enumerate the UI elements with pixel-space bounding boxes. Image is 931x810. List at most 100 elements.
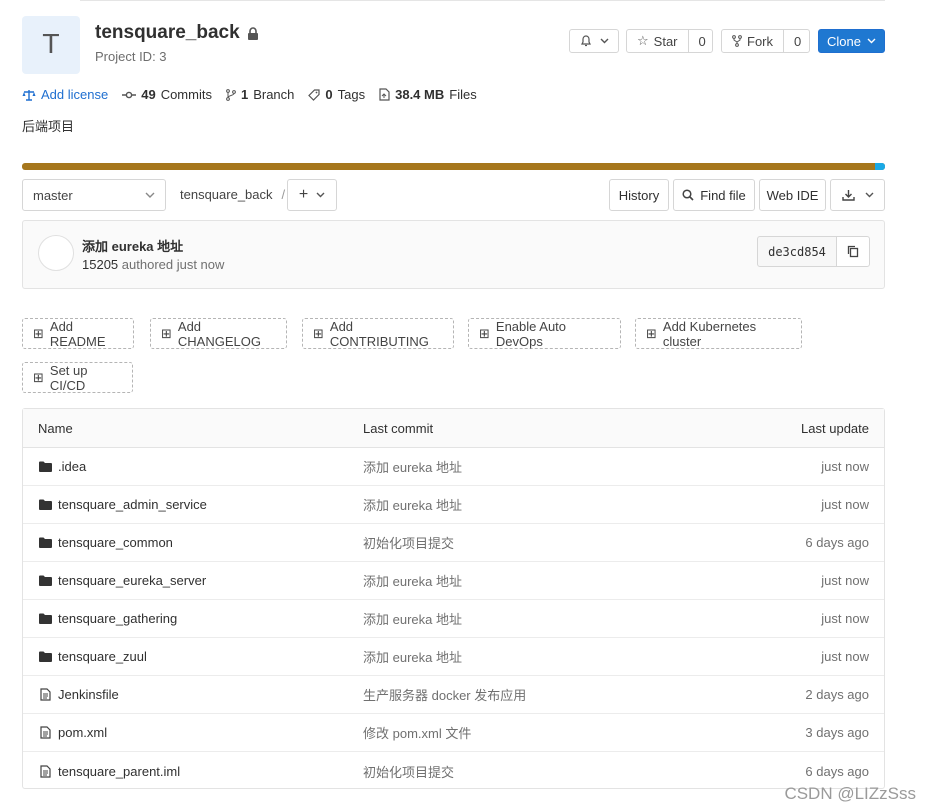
commit-message-link[interactable]: 添加 eureka 地址 [363, 600, 462, 637]
breadcrumb-root[interactable]: tensquare_back [180, 187, 273, 202]
commits-link[interactable]: 49 Commits [122, 87, 212, 102]
chevron-down-icon [145, 192, 155, 198]
file-icon [38, 688, 52, 701]
notification-dropdown[interactable] [569, 29, 619, 53]
file-name-link[interactable]: tensquare_parent.iml [58, 764, 180, 779]
folder-icon [38, 613, 52, 624]
file-name-link[interactable]: Jenkinsfile [58, 687, 119, 702]
commit-message-link[interactable]: 添加 eureka 地址 [363, 638, 462, 675]
file-name-link[interactable]: tensquare_gathering [58, 611, 177, 626]
table-row[interactable]: tensquare_common 初始化项目提交 6 days ago [23, 524, 884, 562]
file-name-link[interactable]: tensquare_zuul [58, 649, 147, 664]
file-name-cell: tensquare_gathering [38, 600, 177, 637]
star-icon: ☆ [637, 33, 649, 48]
commit-title[interactable]: 添加 eureka 地址 [82, 236, 183, 255]
bell-icon [580, 35, 591, 47]
branches-link[interactable]: 1 Branch [226, 87, 294, 102]
file-name-link[interactable]: .idea [58, 459, 86, 474]
file-name-link[interactable]: tensquare_admin_service [58, 497, 207, 512]
language-bar-secondary[interactable] [875, 163, 885, 170]
folder-icon [38, 575, 52, 586]
plus-square-icon: ⊞ [313, 325, 324, 341]
table-row[interactable]: tensquare_gathering 添加 eureka 地址 just now [23, 600, 884, 638]
history-label: History [618, 187, 660, 203]
last-update-time: just now [821, 649, 869, 664]
table-row[interactable]: tensquare_parent.iml 初始化项目提交 6 days ago [23, 752, 884, 790]
table-row[interactable]: .idea 添加 eureka 地址 just now [23, 448, 884, 486]
commit-author[interactable]: 15205 [82, 257, 118, 272]
header-name: Name [38, 420, 73, 436]
author-avatar[interactable] [38, 235, 74, 271]
last-update-time: just now [821, 459, 869, 474]
web-ide-button[interactable]: Web IDE [759, 179, 826, 211]
file-name-link[interactable]: pom.xml [58, 725, 107, 740]
commit-message-link[interactable]: 初始化项目提交 [363, 524, 454, 561]
folder-icon [38, 537, 52, 548]
files-label: Files [449, 87, 477, 102]
add-readme-button[interactable]: ⊞ Add README [22, 318, 134, 349]
download-dropdown[interactable] [830, 179, 885, 211]
commits-count: 49 [141, 87, 156, 102]
chevron-down-icon [865, 192, 873, 198]
clone-button[interactable]: Clone [818, 29, 885, 53]
file-icon [38, 764, 52, 778]
add-kubernetes-cluster-button[interactable]: ⊞ Add Kubernetes cluster [635, 318, 802, 349]
commit-message-link[interactable]: 修改 pom.xml 文件 [363, 714, 471, 751]
repository-language-bar[interactable] [22, 163, 885, 170]
tags-label: Tags [337, 87, 366, 102]
download-icon [841, 190, 855, 201]
add-license-label: Add license [41, 87, 109, 102]
project-avatar: T [22, 16, 80, 74]
file-name-link[interactable]: tensquare_eureka_server [58, 573, 206, 588]
table-row[interactable]: tensquare_admin_service 添加 eureka 地址 just … [23, 486, 884, 524]
top-divider [80, 0, 885, 1]
plus-icon: + [298, 186, 309, 203]
plus-square-icon: ⊞ [33, 369, 44, 385]
fork-count[interactable]: 0 [783, 30, 811, 52]
file-name-link[interactable]: tensquare_common [58, 535, 173, 550]
copy-sha-button[interactable] [836, 236, 870, 267]
tags-count: 0 [325, 87, 333, 102]
commit-message-link[interactable]: 添加 eureka 地址 [363, 562, 462, 599]
star-count[interactable]: 0 [687, 30, 716, 52]
commits-label: Commits [160, 87, 212, 102]
history-button[interactable]: History [609, 179, 669, 211]
last-update-time: 3 days ago [805, 725, 869, 740]
breadcrumb: tensquare_back / [180, 187, 285, 202]
find-file-button[interactable]: Find file [673, 179, 755, 211]
commit-message-link[interactable]: 添加 eureka 地址 [363, 486, 462, 523]
table-row[interactable]: tensquare_eureka_server 添加 eureka 地址 just … [23, 562, 884, 600]
commit-message-link[interactable]: 添加 eureka 地址 [363, 448, 462, 485]
table-row[interactable]: Jenkinsfile 生产服务器 docker 发布应用 2 days ago [23, 676, 884, 714]
add-contributing-button[interactable]: ⊞ Add CONTRIBUTING [302, 318, 454, 349]
fork-button[interactable]: Fork 0 [721, 29, 810, 53]
add-readme-label: Add README [49, 318, 106, 349]
add-to-tree-dropdown[interactable]: + [287, 179, 337, 211]
table-row[interactable]: pom.xml 修改 pom.xml 文件 3 days ago [23, 714, 884, 752]
setup-ci-cd-button[interactable]: ⊞ Set up CI/CD [22, 362, 133, 393]
scale-icon [22, 89, 36, 101]
star-button[interactable]: ☆ Star 0 [626, 29, 713, 53]
setup-ci-cd-label: Set up CI/CD [49, 362, 88, 393]
table-row[interactable]: tensquare_zuul 添加 eureka 地址 just now [23, 638, 884, 676]
tags-link[interactable]: 0 Tags [308, 87, 365, 102]
enable-auto-devops-button[interactable]: ⊞ Enable Auto DevOps [468, 318, 621, 349]
add-contributing-label: Add CONTRIBUTING [329, 318, 429, 349]
commit-time: authored just now [121, 257, 225, 272]
branch-name: master [33, 187, 73, 203]
commit-sha[interactable]: de3cd854 [757, 236, 837, 267]
last-update-time: 2 days ago [805, 687, 869, 702]
commit-message-link[interactable]: 初始化项目提交 [363, 752, 454, 790]
star-label: Star [653, 33, 678, 49]
branch-icon [226, 88, 236, 101]
files-table: Name Last commit Last update .idea 添加 eur… [22, 408, 885, 789]
search-icon [682, 189, 694, 201]
add-changelog-button[interactable]: ⊞ Add CHANGELOG [150, 318, 287, 349]
project-name[interactable]: tensquare_back [95, 22, 240, 44]
file-name-cell: tensquare_parent.iml [38, 752, 180, 790]
commit-message-link[interactable]: 生产服务器 docker 发布应用 [363, 676, 526, 713]
copy-icon [847, 245, 859, 258]
files-link[interactable]: 38.4 MB Files [379, 87, 477, 102]
add-license-link[interactable]: Add license [22, 87, 108, 102]
branch-dropdown[interactable]: master [22, 179, 166, 211]
